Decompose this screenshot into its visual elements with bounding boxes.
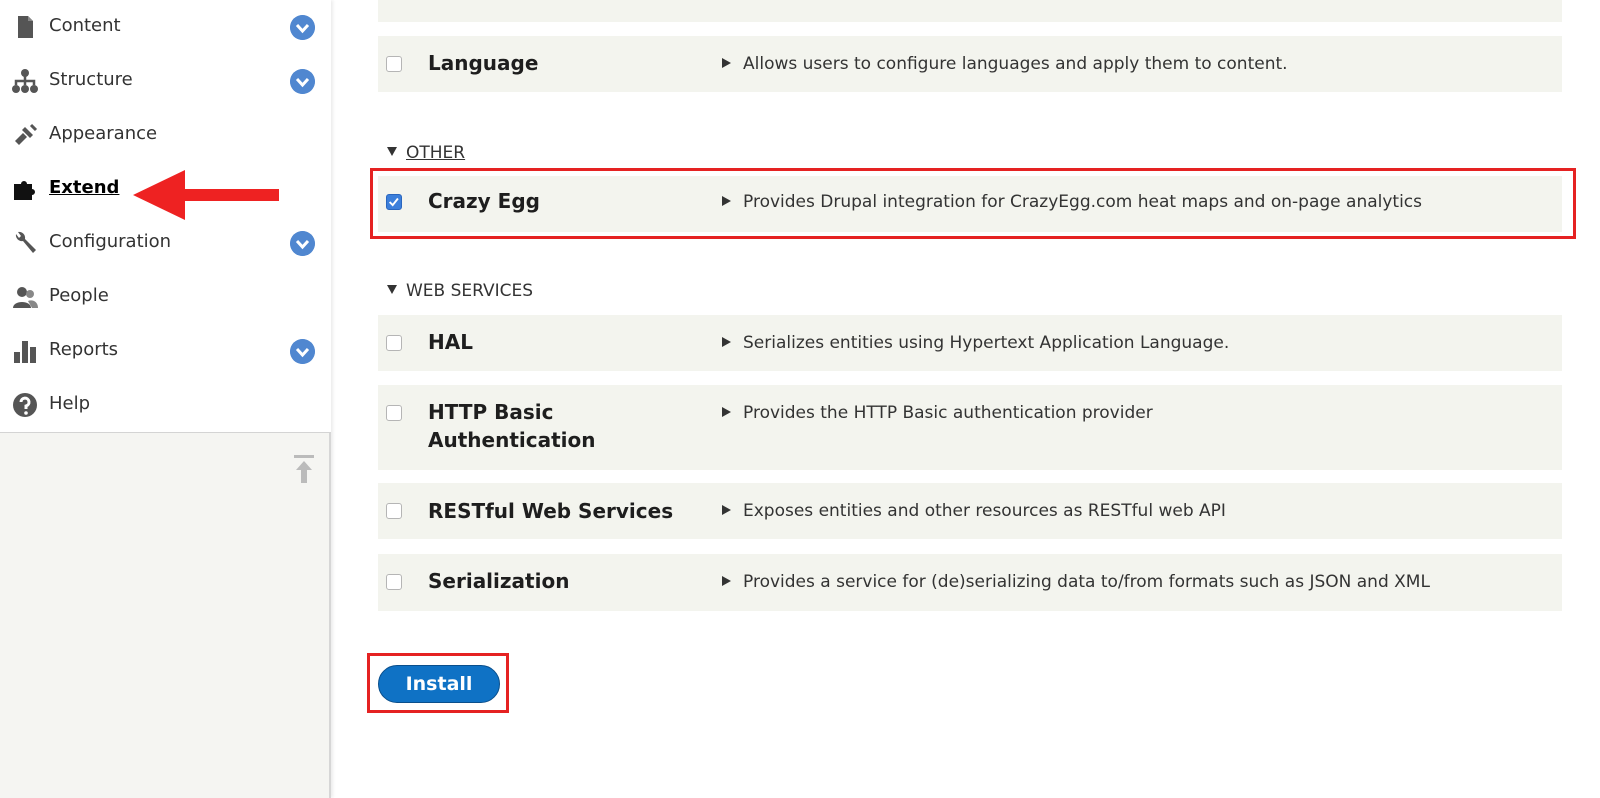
- module-name: HAL: [428, 330, 473, 354]
- help-icon: [13, 393, 37, 417]
- expand-triangle-icon: [722, 337, 731, 347]
- sidebar-item-reports[interactable]: Reports: [0, 324, 331, 379]
- module-name-line2: Authentication: [428, 428, 596, 452]
- module-checkbox-restful[interactable]: [386, 503, 402, 519]
- sidebar-item-help[interactable]: Help: [0, 378, 331, 433]
- chevron-down-icon[interactable]: [290, 339, 315, 364]
- sidebar-item-label: Appearance: [49, 123, 158, 144]
- paintbrush-icon: [15, 123, 38, 145]
- module-description[interactable]: Provides a service for (de)serializing d…: [722, 571, 1430, 593]
- red-arrow-annotation: [133, 170, 279, 220]
- module-name: Language: [428, 51, 539, 75]
- expand-triangle-icon: [722, 505, 731, 515]
- checkmark-icon: [388, 197, 399, 207]
- puzzle-icon: [14, 181, 35, 200]
- expand-triangle-icon: [722, 407, 731, 417]
- bar-chart-icon: [14, 341, 36, 363]
- module-description[interactable]: Exposes entities and other resources as …: [722, 500, 1226, 522]
- admin-sidebar: Content Structure Appearance Extend Conf…: [0, 0, 331, 798]
- sidebar-item-label: People: [49, 285, 109, 306]
- module-description[interactable]: Serializes entities using Hypertext Appl…: [722, 332, 1229, 354]
- sidebar-item-content[interactable]: Content: [0, 0, 331, 55]
- expand-triangle-icon: [722, 58, 731, 68]
- expand-triangle-icon: [722, 576, 731, 586]
- section-header-web-services[interactable]: WEB SERVICES: [387, 281, 533, 301]
- sitemap-icon: [12, 69, 38, 93]
- sidebar-item-people[interactable]: People: [0, 270, 331, 325]
- module-checkbox-crazy-egg[interactable]: [386, 194, 402, 210]
- sidebar-item-configuration[interactable]: Configuration: [0, 216, 331, 271]
- collapse-triangle-icon: [387, 147, 397, 156]
- collapse-triangle-icon: [387, 285, 397, 294]
- sidebar-item-label: Help: [49, 393, 91, 414]
- module-row-partial: [378, 0, 1562, 22]
- sidebar-item-label: Extend: [49, 177, 120, 198]
- module-checkbox-hal[interactable]: [386, 335, 402, 351]
- module-name: RESTful Web Services: [428, 499, 674, 523]
- sidebar-item-label: Structure: [49, 69, 133, 90]
- file-icon: [18, 16, 33, 38]
- install-button[interactable]: Install: [378, 665, 500, 703]
- module-name: Serialization: [428, 569, 570, 593]
- sidebar-item-appearance[interactable]: Appearance: [0, 108, 331, 163]
- module-name-line1: HTTP Basic: [428, 400, 554, 424]
- module-checkbox-serialization[interactable]: [386, 574, 402, 590]
- module-checkbox-language[interactable]: [386, 56, 402, 72]
- sidebar-item-label: Content: [49, 15, 121, 36]
- wrench-icon: [15, 231, 37, 253]
- expand-triangle-icon: [722, 196, 731, 206]
- pin-toggle-icon[interactable]: [292, 455, 316, 485]
- module-checkbox-http-basic[interactable]: [386, 405, 402, 421]
- module-name: Crazy Egg: [428, 189, 540, 213]
- sidebar-item-structure[interactable]: Structure: [0, 54, 331, 109]
- section-header-other[interactable]: OTHER: [387, 143, 465, 163]
- chevron-down-icon[interactable]: [290, 15, 315, 40]
- sidebar-item-label: Reports: [49, 339, 119, 360]
- people-icon: [13, 287, 38, 308]
- chevron-down-icon[interactable]: [290, 231, 315, 256]
- module-description[interactable]: Provides the HTTP Basic authentication p…: [722, 402, 1153, 424]
- sidebar-item-label: Configuration: [49, 231, 172, 252]
- chevron-down-icon[interactable]: [290, 69, 315, 94]
- module-description[interactable]: Allows users to configure languages and …: [722, 53, 1288, 75]
- module-description[interactable]: Provides Drupal integration for CrazyEgg…: [722, 191, 1422, 213]
